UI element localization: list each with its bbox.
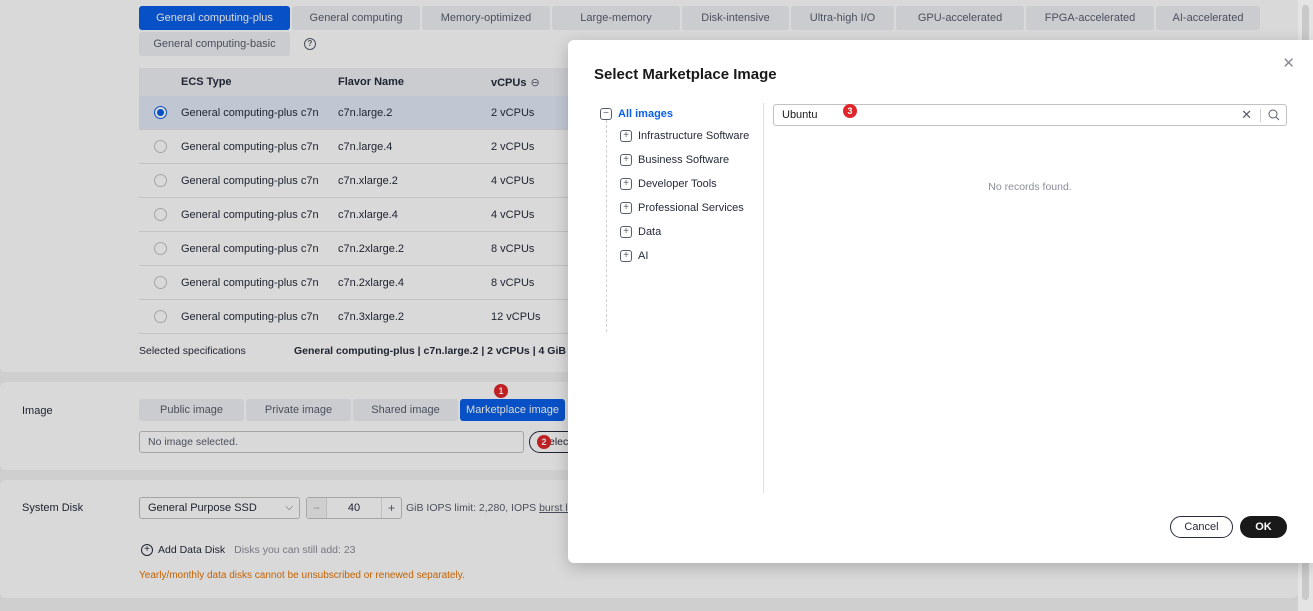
expand-icon[interactable]: + xyxy=(620,178,632,190)
expand-icon[interactable]: + xyxy=(620,130,632,142)
tree-item-label: AI xyxy=(638,250,649,262)
search-icon[interactable] xyxy=(1268,109,1280,121)
expand-icon[interactable]: + xyxy=(620,226,632,238)
tree-item-business-software[interactable]: + Business Software xyxy=(620,154,729,166)
tree-item-infrastructure-software[interactable]: + Infrastructure Software xyxy=(620,130,749,142)
clear-icon[interactable]: ✕ xyxy=(1241,107,1252,123)
tree-item-label: Data xyxy=(638,226,662,238)
panel-divider xyxy=(763,103,764,493)
search-separator xyxy=(1260,109,1261,122)
tree-item-developer-tools[interactable]: + Developer Tools xyxy=(620,178,717,190)
tree-item-label: Professional Services xyxy=(638,202,744,214)
close-icon[interactable]: ✕ xyxy=(1282,54,1295,72)
expand-icon[interactable]: + xyxy=(620,250,632,262)
ok-button[interactable]: OK xyxy=(1240,516,1287,538)
tree-item-label: Infrastructure Software xyxy=(638,130,750,142)
tree-item-ai[interactable]: + AI xyxy=(620,250,648,262)
tree-item-data[interactable]: + Data xyxy=(620,226,661,238)
dialog-title: Select Marketplace Image xyxy=(594,66,777,83)
expand-icon[interactable]: + xyxy=(620,154,632,166)
empty-state: No records found. xyxy=(988,181,1072,193)
step-badge-3: 3 xyxy=(843,104,857,118)
category-tree: − All images + Infrastructure Software + Bu… xyxy=(600,106,749,332)
tree-item-all-images[interactable]: − All images xyxy=(600,106,673,122)
marketplace-image-dialog: Select Marketplace Image ✕ − All images … xyxy=(568,40,1313,563)
tree-item-label: Business Software xyxy=(638,154,730,166)
cancel-button[interactable]: Cancel xyxy=(1170,516,1233,538)
tree-item-label: Developer Tools xyxy=(638,178,717,190)
expand-icon[interactable]: + xyxy=(620,202,632,214)
tree-guide-line xyxy=(606,120,607,332)
search-value[interactable]: Ubuntu xyxy=(782,109,817,121)
tree-item-professional-services[interactable]: + Professional Services xyxy=(620,202,744,214)
collapse-icon[interactable]: − xyxy=(600,108,612,120)
